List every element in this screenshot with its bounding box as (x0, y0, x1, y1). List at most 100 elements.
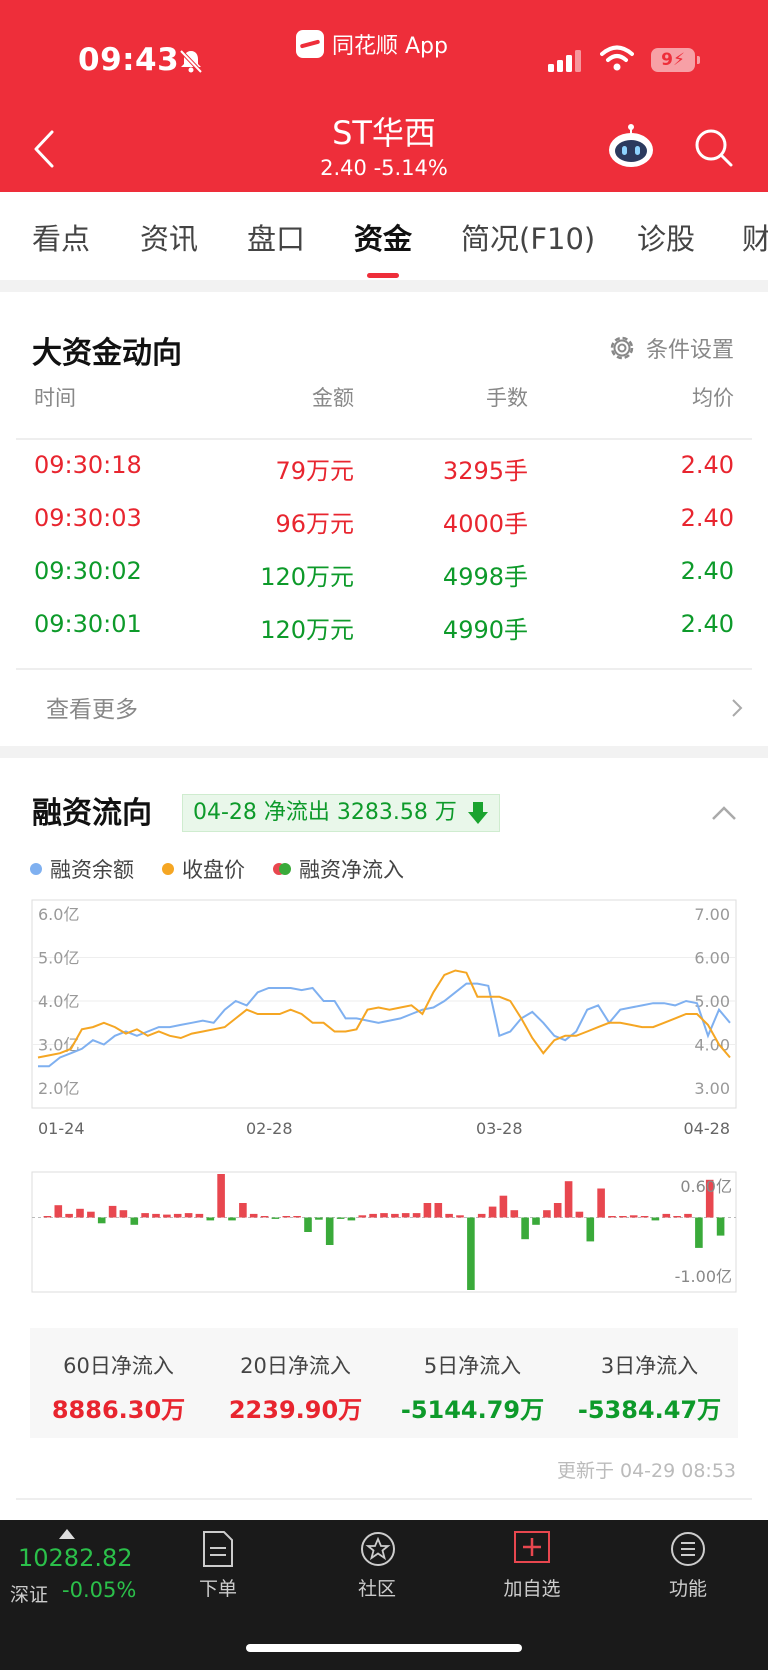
y-tick-left: 5.0亿 (38, 949, 79, 968)
bar (282, 1216, 291, 1218)
summary-5d: 5日净流入 -5144.79万 (384, 1350, 561, 1425)
bar (43, 1216, 52, 1218)
bar (564, 1181, 573, 1218)
bar (662, 1213, 671, 1218)
bar (412, 1213, 421, 1218)
row-time: 09:30:03 (34, 504, 142, 532)
bar (184, 1213, 193, 1218)
bar (380, 1213, 388, 1218)
y-tick-right: 7.00 (694, 905, 730, 924)
table-row[interactable]: 09:30:03 96万元 4000手 2.40 (34, 504, 734, 554)
chevron-up-icon[interactable] (710, 804, 738, 822)
x-tick: 03-28 (476, 1119, 523, 1138)
margin-flow-card: 融资流向 04-28 净流出 3283.58 万 融资余额 收盘价 融资净流入 … (0, 758, 768, 1520)
y-tick-left: 2.0亿 (38, 1079, 79, 1098)
tab-diagnosis[interactable]: 诊股 (637, 192, 695, 258)
bar (391, 1213, 399, 1218)
robot-assistant-icon[interactable] (605, 122, 657, 174)
tab-news[interactable]: 资讯 (140, 192, 198, 258)
bar (695, 1217, 703, 1248)
bar (401, 1213, 410, 1218)
bar (640, 1216, 649, 1218)
row-time: 09:30:18 (34, 451, 142, 479)
arrow-down-icon (467, 802, 488, 824)
nav-community-label: 社区 (357, 1578, 396, 1600)
summary-60d: 60日净流入 8886.30万 (30, 1350, 207, 1425)
summary-value: -5144.79万 (400, 1396, 545, 1424)
bar (477, 1213, 486, 1218)
bar (619, 1216, 627, 1218)
nav-order-button[interactable]: 下单 (168, 1530, 268, 1601)
source-app-label: 同花顺 App (332, 34, 448, 59)
divider (16, 438, 752, 440)
bar (293, 1216, 301, 1218)
bar (597, 1188, 605, 1218)
search-icon[interactable] (692, 126, 736, 170)
table-row[interactable]: 09:30:18 79万元 3295手 2.40 (34, 451, 734, 501)
bar (130, 1217, 139, 1225)
row-time: 09:30:02 (34, 557, 142, 585)
summary-3d: 3日净流入 -5384.47万 (561, 1350, 738, 1425)
bar (304, 1217, 312, 1232)
chevron-right-icon[interactable] (730, 696, 744, 720)
tab-capital[interactable]: 资金 (354, 192, 412, 278)
y-tick-left: 6.0亿 (38, 905, 79, 924)
table-row[interactable]: 09:30:01 120万元 4990手 2.40 (34, 610, 734, 660)
nav-add-watchlist-button[interactable]: 加自选 (482, 1530, 582, 1601)
battery-icon: 9⚡ (651, 48, 700, 72)
conditions-settings-button[interactable]: 条件设置 (608, 332, 734, 364)
net-inflow-bar-chart: 0.60亿 -1.00亿 (31, 1171, 737, 1293)
nav-add-watchlist-label: 加自选 (503, 1578, 561, 1600)
row-price: 2.40 (680, 451, 734, 479)
bar (141, 1213, 149, 1218)
row-amount: 120万元 (260, 616, 354, 644)
bar (608, 1216, 616, 1218)
bar (260, 1216, 269, 1218)
y-tick-left: 4.0亿 (38, 992, 79, 1011)
view-more-link[interactable]: 查看更多 (46, 690, 138, 724)
bar (87, 1211, 95, 1218)
tab-orderbook[interactable]: 盘口 (247, 192, 305, 258)
legend-net-dot (273, 863, 291, 875)
bar (217, 1174, 225, 1218)
stock-price: 2.40 (320, 156, 367, 180)
bar (499, 1195, 508, 1218)
col-price: 均价 (692, 386, 734, 410)
nav-community-button[interactable]: 社区 (327, 1530, 427, 1601)
document-icon (203, 1531, 233, 1567)
bar (521, 1217, 529, 1240)
summary-label: 20日净流入 (240, 1354, 351, 1378)
legend-close-label: 收盘价 (182, 858, 245, 882)
gear-icon (610, 336, 634, 360)
nav-functions-button[interactable]: 功能 (638, 1530, 738, 1601)
bar (315, 1217, 323, 1220)
chart-frame (31, 899, 737, 1109)
row-volume: 4998手 (442, 563, 528, 591)
bar-tick-top: 0.60亿 (680, 1177, 732, 1196)
bar (336, 1217, 345, 1219)
y-tick-right: 3.00 (694, 1079, 730, 1098)
legend-balance: 融资余额 (30, 854, 134, 884)
bar (206, 1217, 215, 1221)
row-volume: 4990手 (442, 616, 528, 644)
source-app[interactable]: 同花顺 App (296, 28, 448, 60)
tab-f10[interactable]: 简况(F10) (461, 192, 595, 258)
bar (716, 1217, 725, 1236)
signal-icon (548, 50, 581, 72)
bar (325, 1217, 334, 1245)
summary-value: -5384.47万 (577, 1396, 722, 1424)
index-value[interactable]: 10282.82 (18, 1544, 133, 1572)
tab-finance[interactable]: 财 (742, 192, 768, 258)
bar (543, 1210, 551, 1218)
bar (152, 1213, 160, 1218)
bar (434, 1203, 443, 1218)
summary-value: 2239.90万 (228, 1396, 363, 1424)
bar (54, 1205, 63, 1218)
bar (195, 1213, 204, 1218)
table-row[interactable]: 09:30:02 120万元 4998手 2.40 (34, 557, 734, 607)
summary-label: 5日净流入 (423, 1354, 522, 1378)
row-volume: 4000手 (442, 510, 528, 538)
tab-highlights[interactable]: 看点 (32, 192, 90, 258)
index-change: -0.05% (62, 1578, 137, 1602)
bar (651, 1217, 660, 1221)
